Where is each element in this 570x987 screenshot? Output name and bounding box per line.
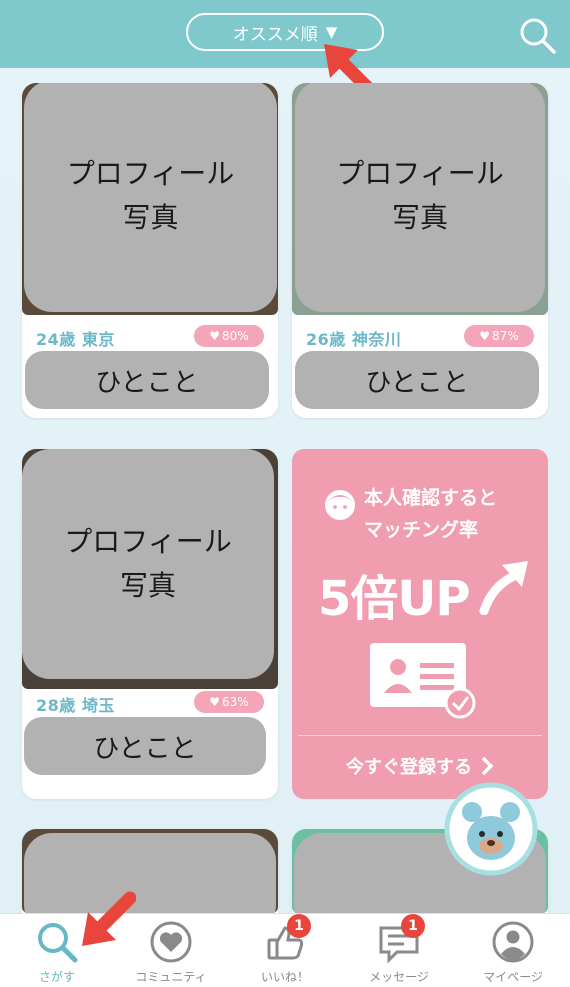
tab-my-page[interactable]: マイページ [456, 914, 570, 987]
heart-icon: ♥ [209, 329, 221, 343]
search-icon[interactable] [516, 14, 558, 56]
register-now-link[interactable]: 今すぐ登録する [346, 753, 494, 779]
bottom-tab-bar: さがす コミュニティ 1 いいね！ 1 メッセージ マイページ [0, 913, 570, 987]
hitokoto-box: ひとこと [295, 351, 539, 409]
bear-mascot-icon[interactable] [444, 782, 538, 876]
search-icon [38, 923, 78, 963]
sort-order-label: オススメ順 [232, 24, 318, 45]
tab-label: マイページ [483, 970, 543, 984]
notification-badge: 1 [287, 914, 311, 938]
user-icon [492, 921, 534, 963]
match-rate-badge: ♥ 63% [194, 691, 264, 713]
profile-photo-placeholder: プロフィール 写真 [24, 83, 277, 312]
chevron-right-icon [481, 756, 494, 776]
profile-photo-placeholder [24, 833, 276, 913]
up-arrow-icon [479, 561, 528, 615]
tab-label: さがす [38, 970, 75, 984]
tab-label: コミュニティ [135, 970, 207, 984]
tab-likes[interactable]: 1 いいね！ [228, 914, 342, 987]
id-card-icon [370, 643, 476, 719]
tab-messages[interactable]: 1 メッセージ [342, 914, 456, 987]
match-rate: 80% [222, 329, 249, 343]
profile-photo-placeholder: プロフィール 写真 [22, 449, 274, 679]
heart-icon: ♥ [209, 695, 221, 709]
promo-headline: 5倍UP [318, 571, 471, 627]
tab-label: メッセージ [369, 970, 429, 984]
sort-order-button[interactable]: オススメ順 ▼ [186, 13, 384, 51]
tab-label: いいね！ [260, 970, 309, 984]
promo-divider [298, 735, 542, 736]
heart-icon [150, 921, 192, 963]
match-rate: 63% [222, 695, 249, 709]
notification-badge: 1 [401, 914, 425, 938]
age-location: 26歳 神奈川 [306, 330, 402, 349]
profile-card[interactable]: プロフィール 写真 28歳 埼玉 ♥ 63% ひとこと [22, 449, 278, 799]
caret-down-icon: ▼ [325, 23, 338, 41]
hitokoto-box: ひとこと [24, 717, 266, 775]
profile-photo-placeholder: プロフィール 写真 [295, 83, 545, 312]
identity-verification-banner[interactable]: 本人確認すると マッチング率 5倍UP 今すぐ登録する [292, 449, 548, 799]
age-location: 28歳 埼玉 [36, 696, 115, 715]
tab-search[interactable]: さがす [0, 914, 114, 987]
hitokoto-box: ひとこと [25, 351, 269, 409]
promo-text-line1: 本人確認すると [364, 487, 498, 509]
match-rate-badge: ♥ 87% [464, 325, 534, 347]
header-bar: オススメ順 ▼ [0, 0, 570, 68]
register-now-label: 今すぐ登録する [346, 757, 472, 778]
profile-card[interactable]: プロフィール 写真 24歳 東京 ♥ 80% ひとこと [22, 83, 278, 418]
match-rate: 87% [492, 329, 519, 343]
face-icon [325, 490, 355, 520]
profile-card[interactable] [22, 829, 278, 913]
age-location: 24歳 東京 [36, 330, 115, 349]
tab-community[interactable]: コミュニティ [114, 914, 228, 987]
profile-card[interactable]: プロフィール 写真 26歳 神奈川 ♥ 87% ひとこと [292, 83, 548, 418]
promo-text-line2: マッチング率 [364, 519, 479, 541]
heart-icon: ♥ [479, 329, 491, 343]
match-rate-badge: ♥ 80% [194, 325, 264, 347]
